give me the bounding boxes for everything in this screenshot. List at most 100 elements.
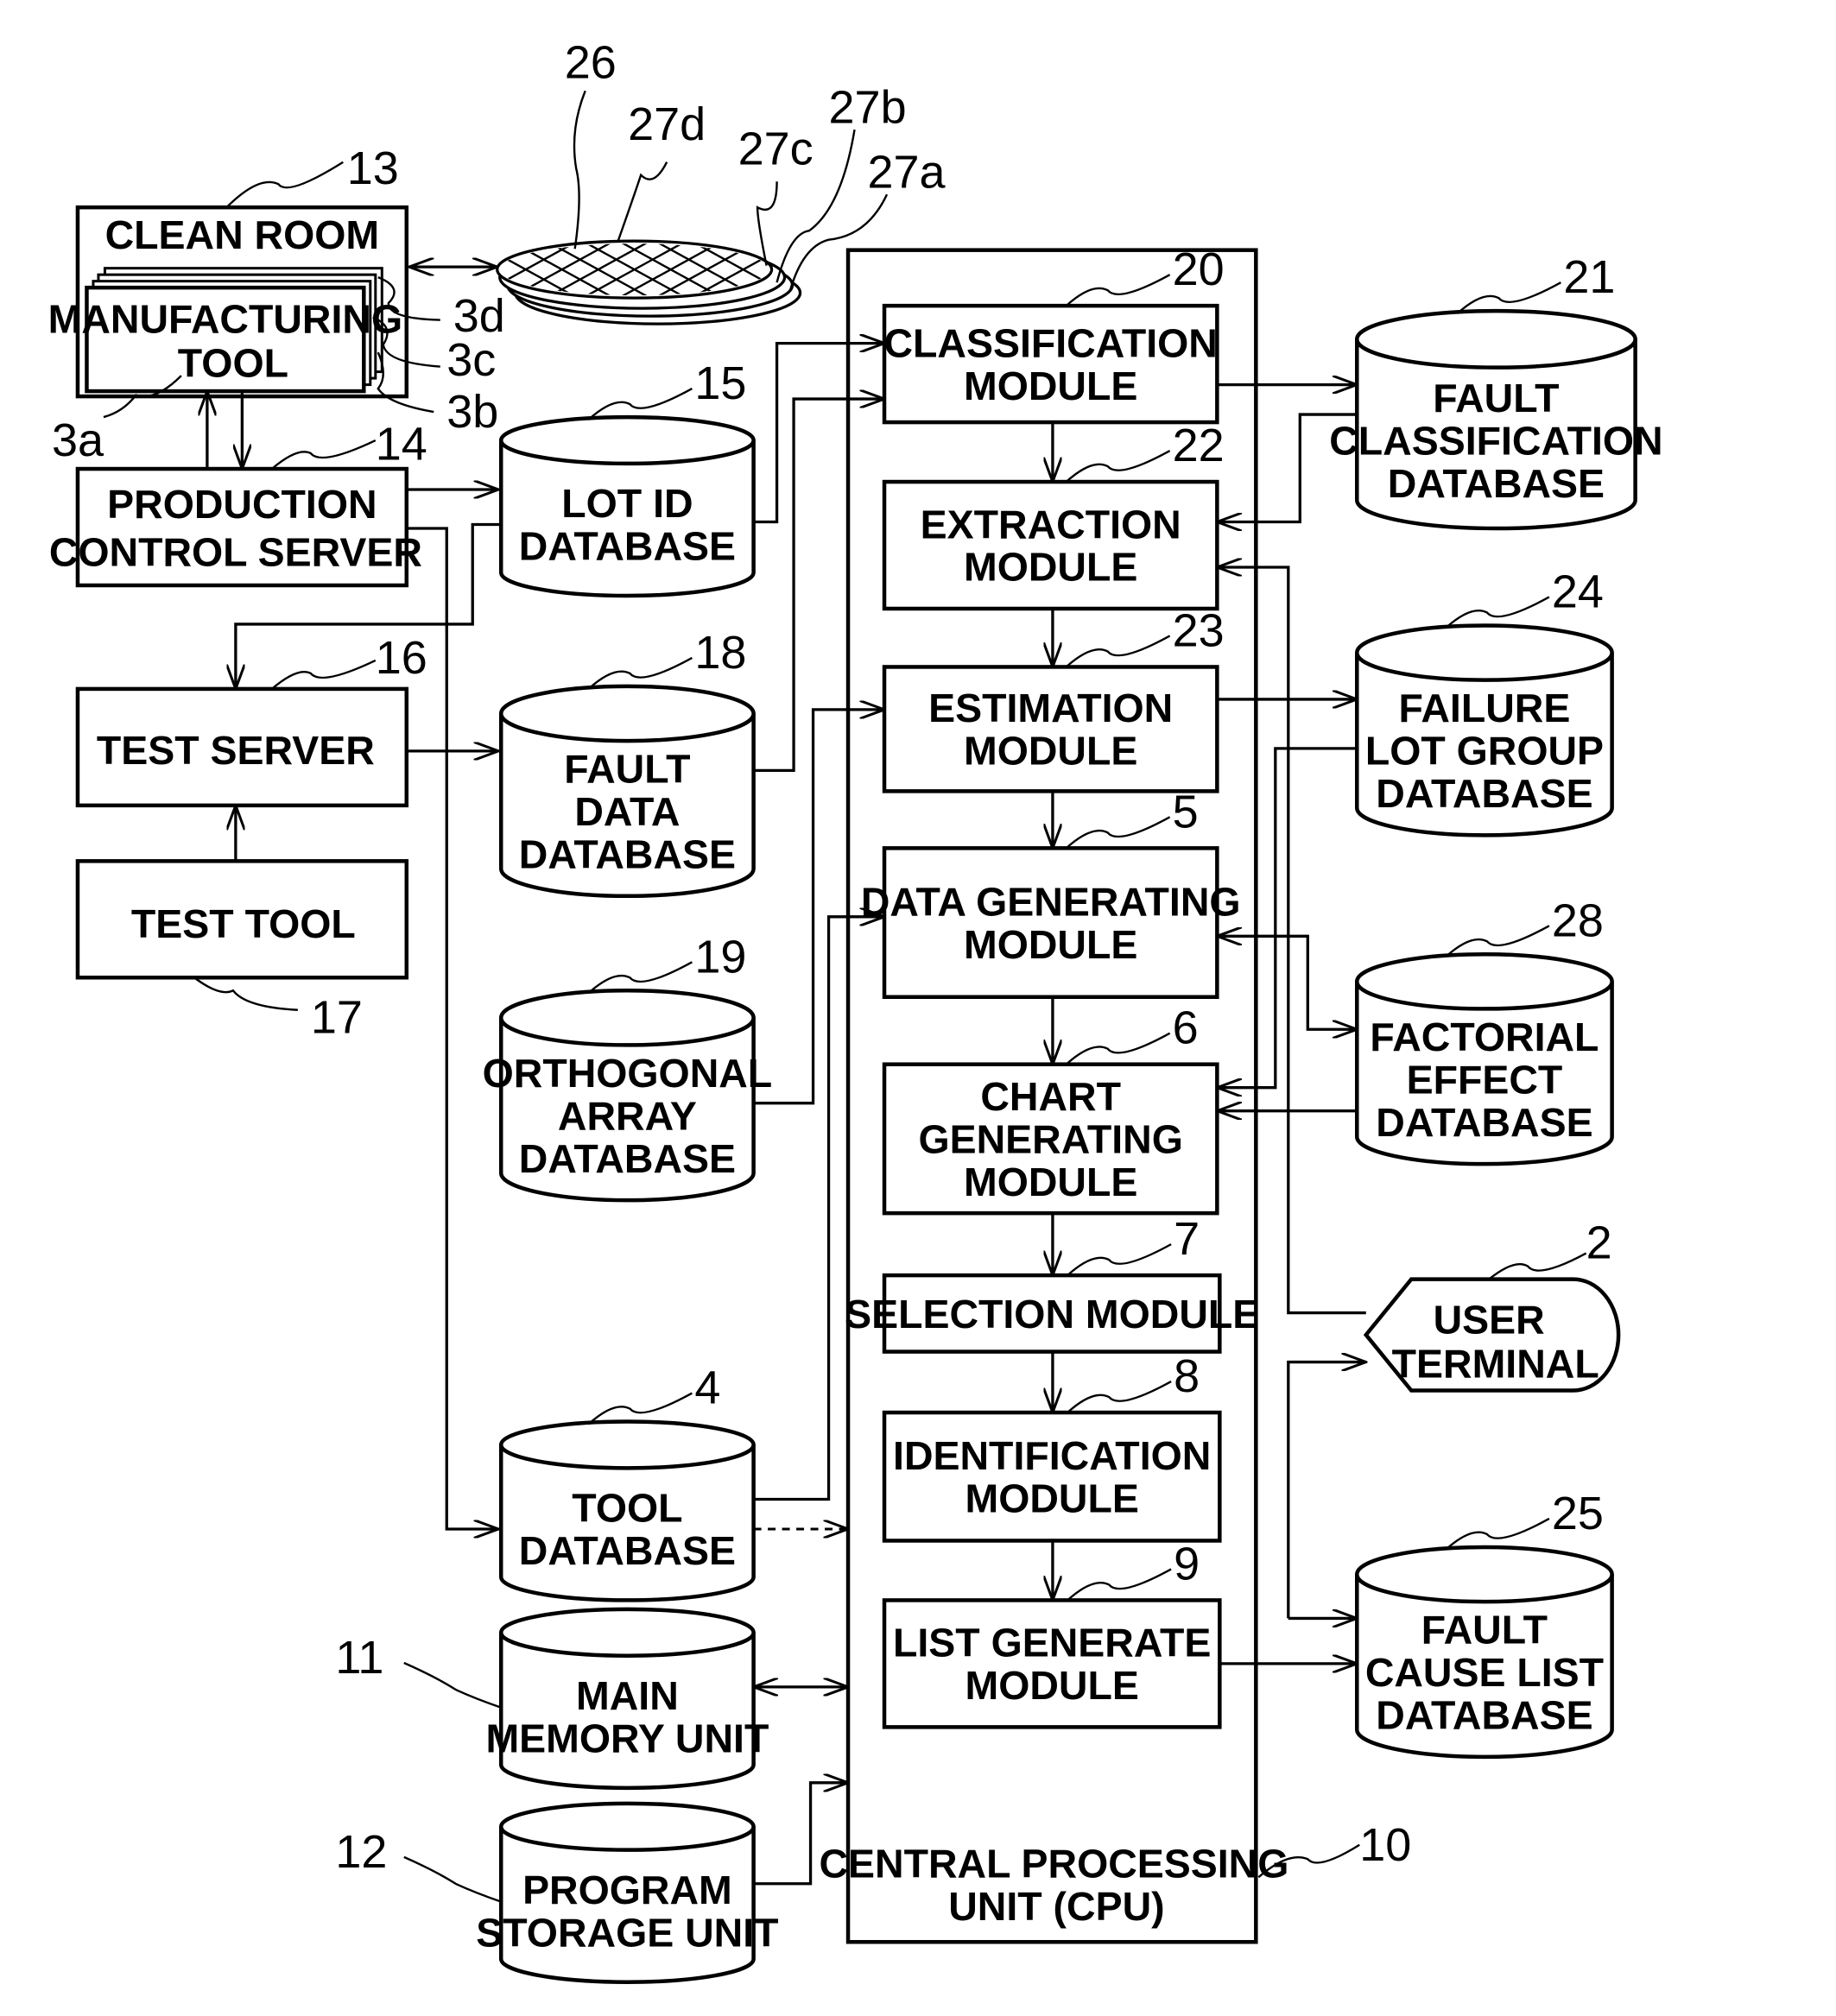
- fault-data-db-label-1: FAULT: [564, 747, 690, 792]
- fault-data-db-label-2: DATA: [574, 789, 680, 834]
- cpu-label-1: CENTRAL PROCESSING: [819, 1841, 1288, 1886]
- ref-2: 2: [1586, 1217, 1612, 1269]
- system-block-diagram: CLEAN ROOM MANUFACTURING TOOL 3a 3b 3c 3…: [48, 36, 1663, 1984]
- ref-14: 14: [376, 419, 427, 471]
- user-terminal-label-2: TERMINAL: [1392, 1342, 1599, 1387]
- classification-module-label-1: CLASSIFICATION: [883, 320, 1217, 365]
- orthogonal-array-db-label-3: DATABASE: [519, 1136, 736, 1181]
- fault-cause-list-db: FAULTCAUSE LISTDATABASE 25: [1355, 1488, 1614, 1760]
- factorial-effect-db-label-1: FACTORIAL: [1370, 1014, 1599, 1059]
- extraction-module-label-1: EXTRACTION: [921, 502, 1181, 547]
- user-terminal-label-1: USER: [1434, 1298, 1545, 1343]
- ref-22: 22: [1173, 420, 1225, 471]
- fault-classification-db-label-1: FAULT: [1433, 376, 1559, 420]
- program-storage-unit-label-2: STORAGE UNIT: [476, 1910, 778, 1955]
- data-generating-module-label-1: DATA GENERATING: [861, 879, 1241, 924]
- ref-28: 28: [1552, 894, 1604, 946]
- failure-lot-group-db-label-1: FAILURE: [1399, 686, 1571, 730]
- main-memory-unit-label-2: MEMORY UNIT: [485, 1716, 769, 1761]
- estimation-module-label-1: ESTIMATION: [928, 686, 1173, 730]
- ref-27c: 27c: [738, 123, 814, 175]
- identification-module-label-1: IDENTIFICATION: [893, 1433, 1211, 1478]
- fault-classification-db: FAULTCLASSIFICATIONDATABASE 21: [1329, 251, 1663, 531]
- manufacturing-tool-stack: MANUFACTURING TOOL: [48, 267, 402, 394]
- ref-27a: 27a: [868, 147, 946, 199]
- manufacturing-tool-label-2: TOOL: [178, 341, 288, 386]
- tool-db: TOOLDATABASE 4: [498, 1362, 756, 1602]
- data-generating-module-label-2: MODULE: [964, 922, 1137, 967]
- lot-id-db-label-1: LOT ID: [561, 481, 693, 526]
- ref-5: 5: [1173, 786, 1199, 837]
- program-storage-unit: PROGRAMSTORAGE UNIT 12: [335, 1801, 779, 1984]
- production-control-server-label-1: PRODUCTION: [107, 482, 377, 527]
- ref-3b: 3b: [446, 386, 498, 438]
- lot-id-db: LOT IDDATABASE 15: [498, 357, 756, 598]
- ref-8: 8: [1174, 1350, 1200, 1402]
- ref-27b: 27b: [829, 82, 907, 134]
- ref-11: 11: [335, 1632, 383, 1684]
- tool-db-label-1: TOOL: [572, 1486, 682, 1531]
- failure-lot-group-db-label-3: DATABASE: [1376, 771, 1592, 816]
- lot-id-db-label-2: DATABASE: [519, 524, 736, 569]
- ref-3d: 3d: [453, 290, 505, 342]
- ref-6: 6: [1173, 1002, 1199, 1054]
- chart-generating-module-label-2: GENERATING: [918, 1116, 1182, 1161]
- production-control-server: PRODUCTION CONTROL SERVER: [49, 466, 422, 588]
- factorial-effect-db-label-3: DATABASE: [1376, 1100, 1592, 1145]
- ref-18: 18: [694, 627, 746, 679]
- fault-cause-list-db-label-3: DATABASE: [1376, 1693, 1592, 1738]
- ref-15: 15: [694, 357, 746, 409]
- ref-19: 19: [694, 931, 746, 983]
- ref-23: 23: [1173, 604, 1225, 656]
- manufacturing-tool-label-1: MANUFACTURING: [48, 297, 402, 342]
- fault-data-db-label-3: DATABASE: [519, 832, 736, 877]
- ref-3a: 3a: [52, 414, 104, 466]
- orthogonal-array-db: ORTHOGONALARRAYDATABASE 19: [483, 931, 773, 1203]
- failure-lot-group-db-label-2: LOT GROUP: [1365, 729, 1604, 774]
- fault-classification-db-label-3: DATABASE: [1388, 461, 1605, 506]
- test-server-label: TEST SERVER: [97, 728, 375, 773]
- ref-24: 24: [1552, 566, 1604, 617]
- main-memory-unit: MAINMEMORY UNIT 11: [335, 1607, 769, 1791]
- ref-26: 26: [565, 36, 617, 88]
- identification-module-label-2: MODULE: [965, 1476, 1138, 1520]
- orthogonal-array-db-label-1: ORTHOGONAL: [483, 1051, 773, 1096]
- clean-room-label: CLEAN ROOM: [105, 212, 380, 257]
- factorial-effect-db: FACTORIALEFFECTDATABASE 28: [1355, 894, 1614, 1166]
- fault-classification-db-label-2: CLASSIFICATION: [1329, 418, 1662, 463]
- test-server: TEST SERVER: [75, 686, 409, 808]
- ref-10: 10: [1359, 1819, 1411, 1871]
- cpu-label-2: UNIT (CPU): [948, 1884, 1164, 1929]
- ref-13: 13: [347, 142, 399, 194]
- factorial-effect-db-label-2: EFFECT: [1407, 1057, 1563, 1102]
- ref-12: 12: [335, 1826, 387, 1878]
- ref-7: 7: [1174, 1213, 1200, 1265]
- fault-cause-list-db-label-1: FAULT: [1421, 1608, 1548, 1653]
- main-memory-unit-label-1: MAIN: [576, 1673, 679, 1718]
- test-tool: TEST TOOL: [75, 859, 409, 980]
- estimation-module-label-2: MODULE: [964, 729, 1137, 774]
- ref-16: 16: [376, 632, 427, 684]
- test-tool-label: TEST TOOL: [131, 901, 356, 946]
- chart-generating-module-label-3: MODULE: [964, 1160, 1137, 1204]
- ref-25: 25: [1552, 1488, 1604, 1539]
- tool-db-label-2: DATABASE: [519, 1528, 736, 1573]
- chart-generating-module-label-1: CHART: [980, 1074, 1121, 1119]
- classification-module-label-2: MODULE: [964, 363, 1137, 408]
- program-storage-unit-label-1: PROGRAM: [522, 1867, 732, 1912]
- ref-21: 21: [1563, 251, 1615, 303]
- ref-4: 4: [694, 1362, 720, 1414]
- fault-data-db: FAULTDATADATABASE 18: [498, 627, 756, 899]
- ref-20: 20: [1173, 243, 1225, 295]
- ref-17: 17: [311, 992, 363, 1044]
- failure-lot-group-db: FAILURELOT GROUPDATABASE 24: [1355, 566, 1614, 837]
- extraction-module-label-2: MODULE: [964, 545, 1137, 590]
- list-generate-module-label-1: LIST GENERATE: [893, 1621, 1211, 1665]
- production-control-server-label-2: CONTROL SERVER: [49, 529, 422, 574]
- wafer-lot-stack: [496, 239, 802, 325]
- fault-cause-list-db-label-2: CAUSE LIST: [1365, 1650, 1604, 1695]
- ref-9: 9: [1174, 1538, 1200, 1589]
- ref-27d: 27d: [628, 98, 706, 150]
- user-terminal: USER TERMINAL: [1363, 1277, 1621, 1393]
- orthogonal-array-db-label-2: ARRAY: [558, 1093, 697, 1138]
